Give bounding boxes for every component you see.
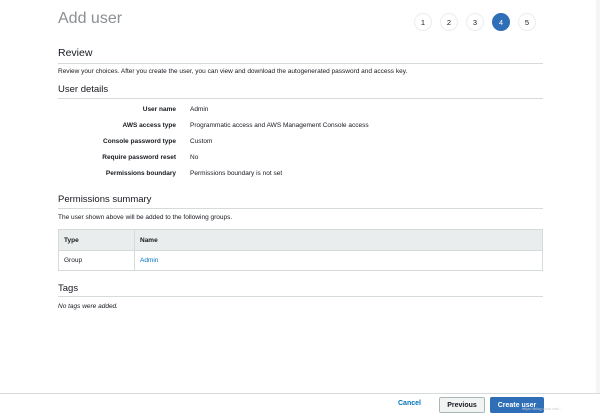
table-row: Group Admin [59, 251, 542, 270]
user-details-divider [58, 98, 543, 99]
permissions-summary-title: Permissions summary [58, 194, 152, 205]
detail-value: Admin [190, 105, 209, 113]
detail-value: Programmatic access and AWS Management C… [190, 121, 369, 129]
detail-row-access-type: AWS access type Programmatic access and … [58, 117, 398, 133]
permissions-table: Type Name Group Admin [58, 229, 543, 271]
scrollbar-track[interactable] [596, 0, 600, 393]
detail-row-password-type: Console password type Custom [58, 133, 398, 149]
detail-label: AWS access type [122, 121, 176, 129]
tags-divider [58, 296, 543, 297]
detail-value: Custom [190, 137, 213, 145]
column-header-name[interactable]: Name [135, 230, 542, 250]
detail-row-permissions-boundary: Permissions boundary Permissions boundar… [58, 165, 398, 181]
cell-name: Admin [135, 251, 542, 270]
detail-label: Permissions boundary [105, 169, 176, 177]
watermark: https://blog.csdn.net/... [522, 406, 563, 411]
review-divider [58, 63, 543, 64]
step-4[interactable]: 4 [492, 13, 510, 31]
detail-label: Require password reset [102, 153, 176, 161]
detail-label: User name [142, 105, 176, 113]
step-1[interactable]: 1 [414, 13, 432, 31]
detail-row-user-name: User name Admin [58, 101, 398, 117]
detail-value: No [190, 153, 199, 161]
table-header: Type Name [59, 230, 542, 251]
cancel-button[interactable]: Cancel [398, 400, 421, 407]
detail-label: Console password type [103, 137, 176, 145]
wizard-steps: 1 2 3 4 5 [414, 13, 536, 31]
user-details-title: User details [58, 84, 109, 95]
user-details-list: User name Admin AWS access type Programm… [58, 101, 398, 181]
cell-type: Group [59, 251, 135, 270]
step-2[interactable]: 2 [440, 13, 458, 31]
step-3[interactable]: 3 [466, 13, 484, 31]
detail-row-password-reset: Require password reset No [58, 149, 398, 165]
page-title: Add user [58, 10, 123, 27]
review-title: Review [58, 47, 93, 59]
column-header-type[interactable]: Type [59, 230, 135, 250]
permissions-divider [58, 208, 543, 209]
detail-value: Permissions boundary is not set [190, 169, 283, 177]
group-link[interactable]: Admin [140, 257, 158, 264]
previous-button[interactable]: Previous [439, 397, 485, 413]
tags-title: Tags [58, 283, 79, 294]
step-5: 5 [518, 13, 536, 31]
permissions-description: The user shown above will be added to th… [58, 214, 233, 221]
review-description: Review your choices. After you create th… [58, 68, 408, 75]
no-tags-text: No tags were added. [58, 303, 118, 310]
